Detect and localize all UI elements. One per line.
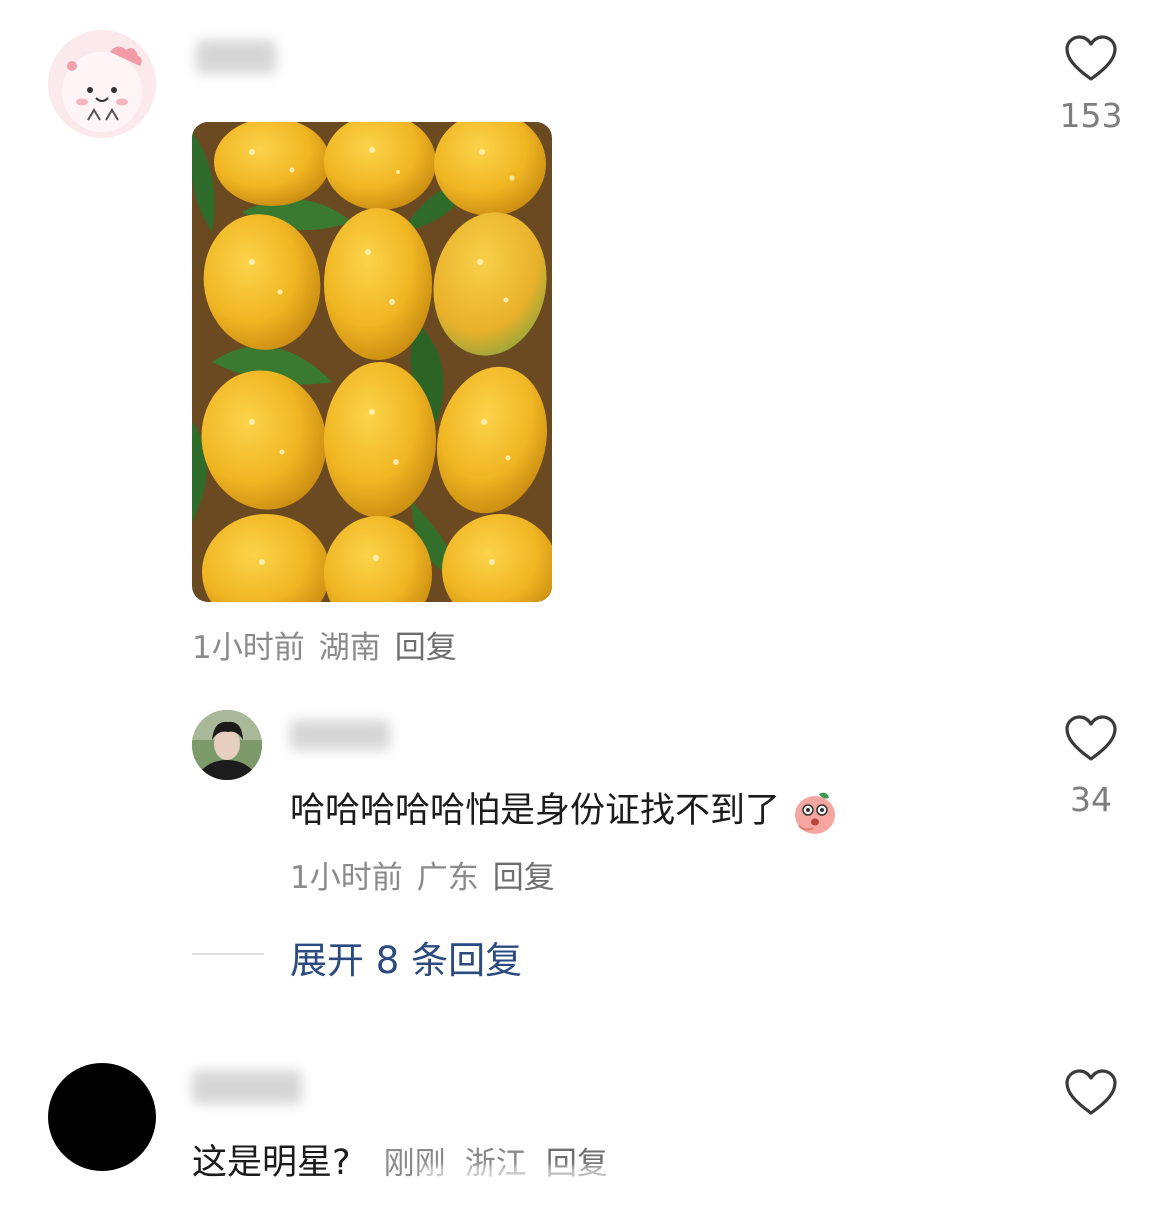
reply-text: 哈哈哈哈哈怕是身份证找不到了 xyxy=(290,782,839,836)
comment-text: 这是明星? xyxy=(192,1143,351,1183)
like-count: 153 xyxy=(1059,96,1123,135)
like-button[interactable] xyxy=(1041,1068,1141,1120)
reply-avatar[interactable] xyxy=(192,710,262,780)
avatar[interactable] xyxy=(48,30,156,138)
username-blurred[interactable] xyxy=(192,1070,302,1104)
comment-time: 1小时前 xyxy=(192,630,305,666)
reply-meta: 1小时前 广东 回复 xyxy=(290,852,555,897)
expand-replies-divider xyxy=(192,953,264,955)
avatar[interactable] xyxy=(48,1063,156,1171)
reply-time: 1小时前 xyxy=(290,860,403,896)
reply-username-blurred[interactable] xyxy=(290,720,390,750)
reply-button[interactable]: 回复 xyxy=(395,630,457,666)
reply-location: 广东 xyxy=(416,860,479,896)
avatar-character-icon xyxy=(62,46,142,132)
mango-photo xyxy=(192,122,552,602)
reply-like-button[interactable]: 34 xyxy=(1041,714,1141,819)
avatar-person-icon xyxy=(192,710,262,780)
reply-like-count: 34 xyxy=(1070,780,1112,819)
like-button[interactable]: 153 xyxy=(1041,34,1141,135)
comment-meta: 1小时前 湖南 回复 xyxy=(192,622,457,667)
watermark xyxy=(420,1166,720,1194)
heart-icon xyxy=(1065,715,1117,761)
heart-icon xyxy=(1065,35,1117,81)
reply-reply-button[interactable]: 回复 xyxy=(493,860,555,896)
expand-replies-link[interactable]: 展开 8 条回复 xyxy=(290,930,522,984)
mango-face-emoji xyxy=(791,788,839,836)
comment-location: 湖南 xyxy=(318,630,381,666)
heart-icon xyxy=(1065,1069,1117,1115)
username-blurred[interactable] xyxy=(196,40,276,74)
comment-image[interactable] xyxy=(192,122,552,602)
